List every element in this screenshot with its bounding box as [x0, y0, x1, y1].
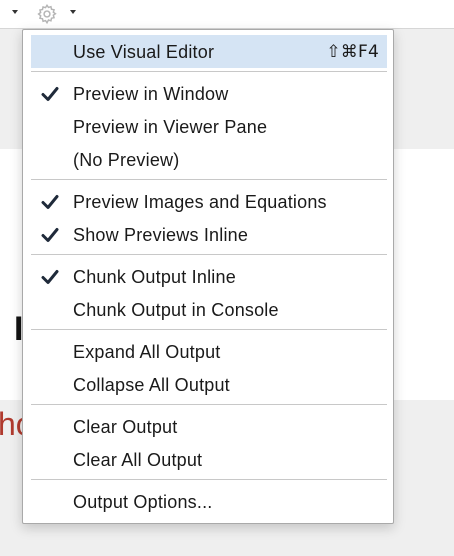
toolbar-dropdown-caret-icon[interactable]	[12, 10, 18, 14]
menu-item-chunk-output-in-console[interactable]: Chunk Output in Console	[31, 293, 387, 326]
menu-item-clear-output[interactable]: Clear Output	[31, 410, 387, 443]
editor-toolbar	[0, 0, 454, 29]
menu-item-label: Preview in Window	[73, 84, 229, 104]
menu-item-label: Use Visual Editor	[73, 42, 215, 62]
menu-item-chunk-output-inline[interactable]: Chunk Output Inline	[31, 260, 387, 293]
gear-icon[interactable]	[36, 3, 58, 25]
checkmark-icon	[41, 195, 59, 209]
checkmark-icon	[41, 270, 59, 284]
menu-item-collapse-all-output[interactable]: Collapse All Output	[31, 368, 387, 401]
menu-item-no-preview[interactable]: (No Preview)	[31, 143, 387, 176]
menu-item-label: Show Previews Inline	[73, 225, 249, 245]
menu-item-use-visual-editor[interactable]: Use Visual Editor ⇧⌘F4	[31, 35, 387, 68]
menu-separator	[31, 329, 387, 330]
checkmark-icon	[41, 87, 59, 101]
menu-item-label: Collapse All Output	[73, 375, 230, 395]
menu-item-label: Expand All Output	[73, 342, 221, 362]
menu-item-show-previews-inline[interactable]: Show Previews Inline	[31, 218, 387, 251]
menu-item-label: Preview Images and Equations	[73, 192, 327, 212]
menu-item-clear-all-output[interactable]: Clear All Output	[31, 443, 387, 476]
menu-item-label: Chunk Output in Console	[73, 300, 279, 320]
checkmark-icon	[41, 228, 59, 242]
menu-separator	[31, 479, 387, 480]
menu-separator	[31, 179, 387, 180]
menu-item-preview-images-and-equations[interactable]: Preview Images and Equations	[31, 185, 387, 218]
menu-separator	[31, 254, 387, 255]
menu-item-label: Preview in Viewer Pane	[73, 117, 268, 137]
menu-separator	[31, 71, 387, 72]
menu-item-output-options[interactable]: Output Options...	[31, 485, 387, 518]
gear-dropdown-caret-icon[interactable]	[70, 10, 76, 14]
menu-item-label: Output Options...	[73, 492, 213, 512]
editor-options-menu: Use Visual Editor ⇧⌘F4 Preview in Window Pr…	[22, 29, 394, 524]
menu-item-label: Clear All Output	[73, 450, 203, 470]
menu-item-label: Chunk Output Inline	[73, 267, 236, 287]
menu-item-shortcut: ⇧⌘F4	[326, 42, 379, 62]
menu-separator	[31, 404, 387, 405]
menu-item-label: Clear Output	[73, 417, 178, 437]
menu-item-preview-in-viewer-pane[interactable]: Preview in Viewer Pane	[31, 110, 387, 143]
menu-item-preview-in-window[interactable]: Preview in Window	[31, 77, 387, 110]
menu-item-label: (No Preview)	[73, 150, 180, 170]
menu-item-expand-all-output[interactable]: Expand All Output	[31, 335, 387, 368]
